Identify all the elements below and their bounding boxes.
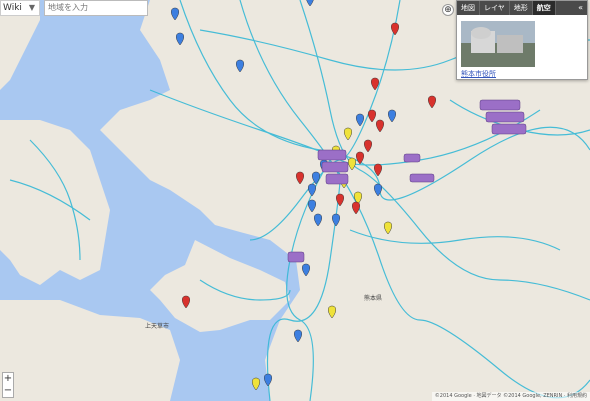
photo-thumbnail[interactable]	[461, 21, 535, 67]
photo-caption-link[interactable]: 熊本市役所	[461, 69, 496, 79]
zoom-out-button[interactable]: −	[3, 385, 13, 397]
chevron-down-icon: ▼	[28, 3, 35, 12]
label-amakusa: 上天草市	[145, 322, 169, 330]
tab-layer[interactable]: レイヤ	[480, 1, 510, 15]
tab-terrain[interactable]: 地形	[510, 1, 533, 15]
tab-map[interactable]: 地図	[457, 1, 480, 15]
collapse-icon[interactable]: «	[578, 2, 583, 14]
panel-tabs: 地図 レイヤ 地形 航空	[457, 1, 587, 15]
map-type-select[interactable]: Wiki ▼	[0, 0, 40, 16]
map-type-label: Wiki	[3, 3, 22, 13]
label-kumamoto: 熊本県	[364, 294, 382, 302]
zoom-in-button[interactable]: +	[3, 373, 13, 385]
layer-panel: 地図 レイヤ 地形 航空 « 熊本市役所	[456, 0, 588, 80]
search-input[interactable]: 地域を入力	[44, 0, 148, 16]
tab-aerial[interactable]: 航空	[532, 1, 556, 15]
zoom-control: + −	[2, 372, 14, 398]
map-attribution: ©2014 Google · 地図データ ©2014 Google, ZENRI…	[431, 392, 590, 401]
locate-icon[interactable]: ⊕	[442, 4, 454, 16]
